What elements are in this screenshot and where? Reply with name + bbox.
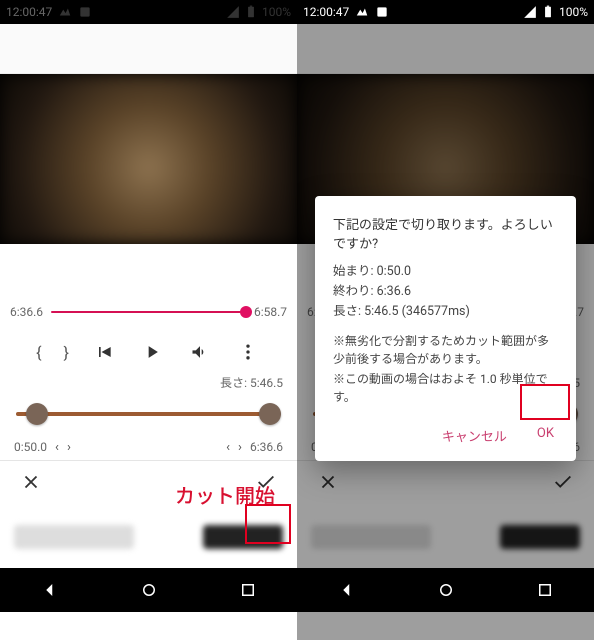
confirm-button — [552, 471, 574, 497]
more-button[interactable] — [235, 339, 261, 365]
range-labels: 0:50.0 ‹ › ‹ › 6:36.6 — [0, 434, 297, 460]
range-thumb-end[interactable] — [259, 403, 281, 425]
dialog-ok-button[interactable]: OK — [533, 420, 558, 451]
signal-icon — [523, 5, 537, 19]
dialog-cancel-button[interactable]: キャンセル — [438, 420, 511, 451]
screen-right: 12:00:47 100% 6:36.6 6:58.7 { } 長さ: 5:46… — [297, 0, 594, 640]
dialog-note-2: ※この動画の場合はおよそ 1.0 秒単位です。 — [333, 370, 558, 406]
screen-left: 12:00:47 100% 6:36.6 6:58.7 { } 長さ: 5:46… — [0, 0, 297, 640]
range-slider[interactable] — [0, 394, 297, 434]
battery-pct: 100% — [262, 5, 291, 19]
nav-bar — [297, 568, 594, 612]
status-bar: 12:00:47 100% — [0, 0, 297, 24]
app-icon-2 — [78, 5, 92, 19]
nav-bar — [0, 568, 297, 612]
nudge-start-fwd[interactable]: › — [67, 440, 71, 455]
cancel-button — [317, 471, 339, 497]
seek-thumb[interactable] — [240, 306, 252, 318]
nudge-end-fwd[interactable]: › — [238, 440, 242, 455]
battery-icon — [244, 5, 258, 19]
dialog-length: 長さ: 5:46.5 (346577ms) — [333, 302, 558, 322]
range-end: 6:36.6 — [250, 440, 283, 454]
length-label: 長さ: 5:46.5 — [0, 374, 297, 394]
nudge-start-back[interactable]: ‹ — [55, 440, 59, 455]
status-time: 12:00:47 — [303, 5, 349, 19]
nav-recent[interactable] — [228, 570, 268, 610]
status-time: 12:00:47 — [6, 5, 52, 19]
seek-row: 6:36.6 6:58.7 — [0, 294, 297, 330]
bottom-blurred-row — [0, 506, 297, 568]
dialog-end: 終わり: 6:36.6 — [333, 282, 558, 302]
dialog-note-1: ※無劣化で分割するためカット範囲が多少前後する場合があります。 — [333, 332, 558, 368]
action-row — [297, 460, 594, 506]
app-icon-1 — [355, 5, 369, 19]
toolbar-area — [0, 24, 297, 74]
range-start: 0:50.0 — [14, 440, 47, 454]
confirm-dialog: 下記の設定で切り取ります。よろしいですか? 始まり: 0:50.0 終わり: 6… — [315, 196, 576, 461]
video-preview[interactable] — [0, 74, 297, 244]
seek-end-time: 6:58.7 — [254, 305, 287, 319]
battery-icon — [541, 5, 555, 19]
nav-home[interactable] — [426, 570, 466, 610]
nudge-end-back[interactable]: ‹ — [226, 440, 230, 455]
cancel-button[interactable] — [20, 471, 42, 497]
play-button[interactable] — [139, 339, 165, 365]
app-icon-2 — [375, 5, 389, 19]
nav-recent[interactable] — [525, 570, 565, 610]
bottom-blurred-row — [297, 506, 594, 568]
volume-button[interactable] — [187, 339, 213, 365]
seek-slider[interactable] — [51, 311, 246, 313]
battery-pct: 100% — [559, 5, 588, 19]
prev-button[interactable] — [91, 339, 117, 365]
nav-back[interactable] — [30, 570, 70, 610]
toolbar-area — [297, 24, 594, 74]
dialog-start: 始まり: 0:50.0 — [333, 262, 558, 282]
mark-in-button[interactable]: { — [36, 343, 41, 362]
range-thumb-start[interactable] — [26, 403, 48, 425]
dialog-title: 下記の設定で切り取ります。よろしいですか? — [333, 214, 558, 252]
status-bar: 12:00:47 100% — [297, 0, 594, 24]
app-icon-1 — [58, 5, 72, 19]
mark-out-button[interactable]: } — [64, 343, 69, 362]
signal-icon — [226, 5, 240, 19]
nav-home[interactable] — [129, 570, 169, 610]
cut-start-annotation: カット開始 — [175, 480, 275, 509]
nav-back[interactable] — [327, 570, 367, 610]
seek-start-time: 6:36.6 — [10, 305, 43, 319]
playback-controls: { } — [0, 330, 297, 374]
